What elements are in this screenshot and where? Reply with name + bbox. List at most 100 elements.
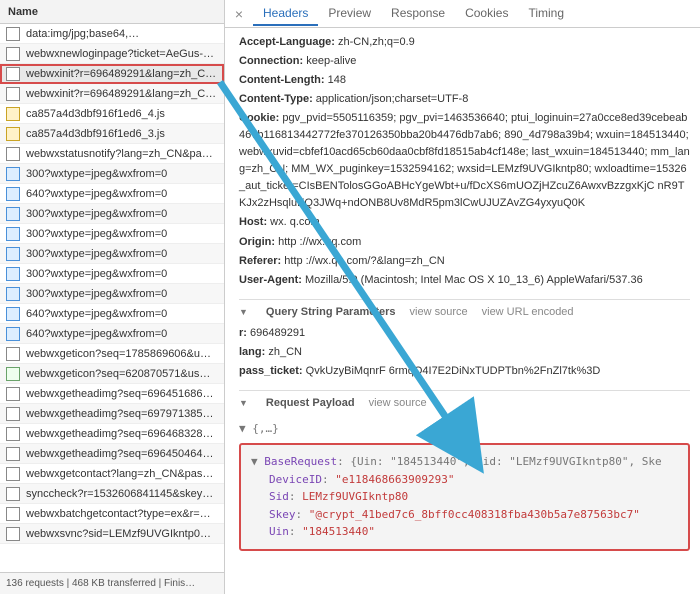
- caret-down-icon: ▼: [239, 422, 252, 435]
- request-name: webwxgetheadimg?seq=696450464…: [26, 448, 213, 460]
- request-row[interactable]: webwxgeticon?seq=620870571&us…: [0, 364, 224, 384]
- request-row[interactable]: webwxgetheadimg?seq=696450464…: [0, 444, 224, 464]
- file-type-icon: [6, 427, 20, 441]
- request-name: 300?wxtype=jpeg&wxfrom=0: [26, 228, 167, 240]
- tab-cookies[interactable]: Cookies: [455, 2, 518, 26]
- caret-down-icon: [239, 395, 252, 412]
- header-value: wx. q.com: [270, 216, 320, 228]
- payload-root[interactable]: ▼ {,…}: [239, 420, 690, 437]
- header-pair: Content-Type: application/json;charset=U…: [239, 91, 690, 108]
- header-pair: Host: wx. q.com: [239, 214, 690, 231]
- file-type-icon: [6, 487, 20, 501]
- request-name: webwxgetheadimg?seq=696451686…: [26, 388, 213, 400]
- request-row[interactable]: webwxinit?r=696489291&lang=zh_C…: [0, 64, 224, 84]
- request-row[interactable]: ca857a4d3dbf916f1ed6_3.js: [0, 124, 224, 144]
- payload-key: Uin: [269, 525, 289, 538]
- request-name: 300?wxtype=jpeg&wxfrom=0: [26, 248, 167, 260]
- request-row[interactable]: webwxnewloginpage?ticket=AeGus-…: [0, 44, 224, 64]
- request-list-header[interactable]: Name: [0, 0, 224, 24]
- header-value: Mozilla/5.0 (Macintosh; Intel Mac OS X 1…: [305, 274, 643, 286]
- request-row[interactable]: 300?wxtype=jpeg&wxfrom=0: [0, 204, 224, 224]
- request-name: 300?wxtype=jpeg&wxfrom=0: [26, 288, 167, 300]
- detail-body: Accept-Language: zh-CN,zh;q=0.9 Connectio…: [225, 28, 700, 594]
- tab-timing[interactable]: Timing: [518, 2, 574, 26]
- request-row[interactable]: 300?wxtype=jpeg&wxfrom=0: [0, 244, 224, 264]
- view-source-link[interactable]: view source: [410, 304, 468, 321]
- request-row[interactable]: 300?wxtype=jpeg&wxfrom=0: [0, 224, 224, 244]
- close-icon[interactable]: ×: [229, 6, 249, 22]
- section-title: Query String Parameters: [266, 304, 396, 321]
- request-row[interactable]: webwxinit?r=696489291&lang=zh_C…: [0, 84, 224, 104]
- view-url-encoded-link[interactable]: view URL encoded: [482, 304, 574, 321]
- header-pair: Cookie: pgv_pvid=5505116359; pgv_pvi=146…: [239, 110, 690, 212]
- header-pair: Origin: http ://wx.qq.com: [239, 234, 690, 251]
- request-row[interactable]: webwxgetcontact?lang=zh_CN&pas…: [0, 464, 224, 484]
- request-row[interactable]: 640?wxtype=jpeg&wxfrom=0: [0, 324, 224, 344]
- request-name: 300?wxtype=jpeg&wxfrom=0: [26, 268, 167, 280]
- header-key: Accept-Language:: [239, 36, 335, 48]
- request-row[interactable]: synccheck?r=1532606841145&skey…: [0, 484, 224, 504]
- header-value: pgv_pvid=5505116359; pgv_pvi=1463536640;…: [239, 112, 690, 209]
- request-name: webwxgetheadimg?seq=697971385…: [26, 408, 213, 420]
- detail-tabs: × HeadersPreviewResponseCookiesTiming: [225, 0, 700, 28]
- file-type-icon: [6, 27, 20, 41]
- request-row[interactable]: webwxstatusnotify?lang=zh_CN&pa…: [0, 144, 224, 164]
- query-key: r:: [239, 327, 247, 339]
- request-row[interactable]: 300?wxtype=jpeg&wxfrom=0: [0, 264, 224, 284]
- request-name: webwxgeticon?seq=620870571&us…: [26, 368, 210, 380]
- header-value: http ://wx.qq.com/?&lang=zh_CN: [284, 255, 445, 267]
- header-key: Connection:: [239, 55, 303, 67]
- header-value: keep-alive: [306, 55, 356, 67]
- file-type-icon: [6, 507, 20, 521]
- file-type-icon: [6, 327, 20, 341]
- query-value: 696489291: [250, 327, 305, 339]
- request-row[interactable]: 300?wxtype=jpeg&wxfrom=0: [0, 164, 224, 184]
- file-type-icon: [6, 347, 20, 361]
- request-row[interactable]: webwxbatchgetcontact?type=ex&r=…: [0, 504, 224, 524]
- request-row[interactable]: webwxgeticon?seq=1785869606&u…: [0, 344, 224, 364]
- view-source-link[interactable]: view source: [369, 395, 427, 412]
- section-query-string[interactable]: Query String Parameters view source view…: [239, 299, 690, 325]
- file-type-icon: [6, 287, 20, 301]
- request-name: webwxnewloginpage?ticket=AeGus-…: [26, 48, 214, 60]
- query-key: lang:: [239, 346, 265, 358]
- header-value: zh-CN,zh;q=0.9: [338, 36, 415, 48]
- file-type-icon: [6, 87, 20, 101]
- file-type-icon: [6, 107, 20, 121]
- request-row[interactable]: ca857a4d3dbf916f1ed6_4.js: [0, 104, 224, 124]
- tab-response[interactable]: Response: [381, 2, 455, 26]
- header-key: Host:: [239, 216, 267, 228]
- request-row[interactable]: data:img/jpg;base64,…: [0, 24, 224, 44]
- header-pair: User-Agent: Mozilla/5.0 (Macintosh; Inte…: [239, 272, 690, 289]
- request-row[interactable]: 640?wxtype=jpeg&wxfrom=0: [0, 304, 224, 324]
- request-name: webwxgetcontact?lang=zh_CN&pas…: [26, 468, 213, 480]
- header-value: 148: [328, 74, 346, 86]
- tab-headers[interactable]: Headers: [253, 2, 318, 26]
- file-type-icon: [6, 47, 20, 61]
- request-name: 640?wxtype=jpeg&wxfrom=0: [26, 308, 167, 320]
- request-name: ca857a4d3dbf916f1ed6_4.js: [26, 108, 165, 120]
- payload-key: BaseRequest: [264, 455, 337, 468]
- header-key: Content-Type:: [239, 93, 313, 105]
- request-name: webwxgeticon?seq=1785869606&u…: [26, 348, 211, 360]
- section-request-payload[interactable]: Request Payload view source: [239, 390, 690, 416]
- query-pair: lang: zh_CN: [239, 344, 690, 361]
- request-row[interactable]: webwxgetheadimg?seq=696451686…: [0, 384, 224, 404]
- header-key: Referer:: [239, 255, 281, 267]
- header-pair: Connection: keep-alive: [239, 53, 690, 70]
- query-pair: r: 696489291: [239, 325, 690, 342]
- payload-field: Sid: LEMzf9UVGIkntp80: [251, 488, 678, 506]
- request-row[interactable]: webwxsvnc?sid=LEMzf9UVGIkntp0…: [0, 524, 224, 544]
- request-detail-panel: × HeadersPreviewResponseCookiesTiming Ac…: [225, 0, 700, 594]
- request-row[interactable]: 640?wxtype=jpeg&wxfrom=0: [0, 184, 224, 204]
- file-type-icon: [6, 307, 20, 321]
- file-type-icon: [6, 407, 20, 421]
- request-row[interactable]: 300?wxtype=jpeg&wxfrom=0: [0, 284, 224, 304]
- query-key: pass_ticket:: [239, 365, 303, 377]
- header-pair: Content-Length: 148: [239, 72, 690, 89]
- request-row[interactable]: webwxgetheadimg?seq=696468328…: [0, 424, 224, 444]
- request-row[interactable]: webwxgetheadimg?seq=697971385…: [0, 404, 224, 424]
- tab-preview[interactable]: Preview: [318, 2, 381, 26]
- file-type-icon: [6, 367, 20, 381]
- file-type-icon: [6, 67, 20, 81]
